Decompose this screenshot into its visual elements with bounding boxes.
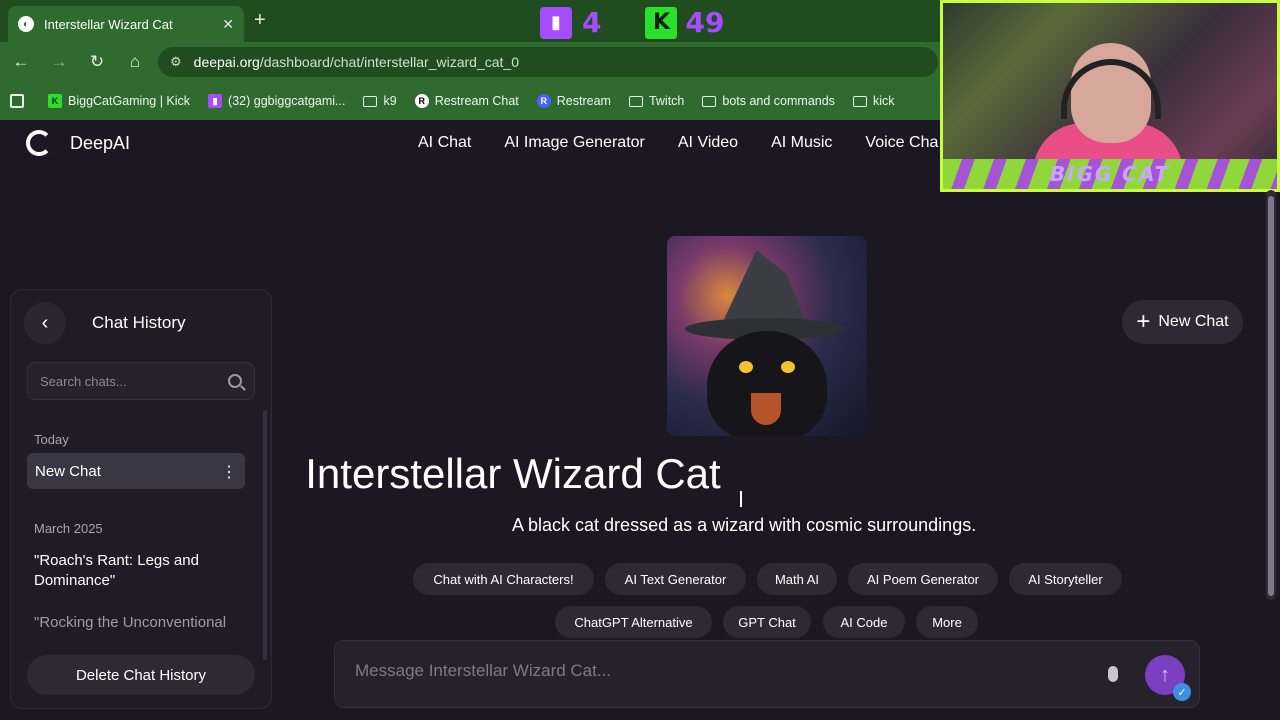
twitch-icon: ▮ xyxy=(208,94,223,108)
url-path: /dashboard/chat/interstellar_wizard_cat_… xyxy=(259,54,519,70)
nav-ai-image-generator[interactable]: AI Image Generator xyxy=(504,134,645,152)
section-label-march-2025: March 2025 xyxy=(34,521,103,536)
search-icon[interactable] xyxy=(228,374,242,388)
tab-title: Interstellar Wizard Cat xyxy=(44,16,173,32)
bookmark-label: kick xyxy=(872,94,895,108)
restream-icon: R xyxy=(414,94,429,108)
scrollbar-thumb[interactable] xyxy=(1268,196,1274,596)
folder-icon xyxy=(628,95,643,107)
folder-icon xyxy=(363,95,378,107)
apps-button[interactable] xyxy=(10,94,30,108)
kick-icon: K xyxy=(645,6,678,39)
chip-chatgpt-alternative[interactable]: ChatGPT Alternative xyxy=(555,606,712,638)
chat-item-rocking-the-unconventional[interactable]: "Rocking the Unconventional xyxy=(34,613,234,633)
chip-math-ai[interactable]: Math AI xyxy=(757,563,837,595)
chip-ai-text-generator[interactable]: AI Text Generator xyxy=(605,563,746,595)
bookmark-k9[interactable]: k9 xyxy=(363,94,397,108)
message-composer: ↑ ✓ xyxy=(334,640,1200,708)
apps-grid-icon xyxy=(10,94,24,108)
close-tab-icon[interactable]: ✕ xyxy=(222,16,234,33)
collapse-sidebar-button[interactable]: ‹ xyxy=(24,302,66,344)
bookmark-label: Restream Chat xyxy=(434,94,519,108)
search-chats-field[interactable] xyxy=(27,362,255,400)
bookmark-label: (32) ggbiggcatgami... xyxy=(228,94,346,108)
forward-arrow-icon[interactable]: → xyxy=(42,45,76,79)
new-chat-label: New Chat xyxy=(1158,313,1229,330)
bookmark-restream[interactable]: R Restream xyxy=(536,94,611,108)
bookmark-kick[interactable]: K BiggCatGaming | Kick xyxy=(48,94,190,108)
bookmark-kick-folder[interactable]: kick xyxy=(852,94,895,108)
new-chat-button[interactable]: + New Chat xyxy=(1122,300,1243,344)
back-arrow-icon[interactable]: ← xyxy=(4,45,38,79)
nav-ai-video[interactable]: AI Video xyxy=(678,134,738,152)
kick-viewer-count: 49 xyxy=(685,6,725,39)
message-input[interactable] xyxy=(355,661,1075,681)
chevron-left-icon: ‹ xyxy=(41,311,49,334)
character-title: Interstellar Wizard Cat xyxy=(305,450,721,497)
brand-name: DeepAI xyxy=(70,132,131,153)
page-scrollbar[interactable] xyxy=(1266,190,1276,600)
bookmark-label: BiggCatGaming | Kick xyxy=(68,94,191,108)
bookmark-label: bots and commands xyxy=(722,94,835,108)
chip-ai-poem-generator[interactable]: AI Poem Generator xyxy=(848,563,998,595)
pipe-shape xyxy=(751,393,781,425)
browser-tab[interactable]: ◐ Interstellar Wizard Cat ✕ xyxy=(8,6,244,42)
bookmark-label: Twitch xyxy=(648,94,685,108)
microphone-icon[interactable] xyxy=(1105,661,1121,687)
arrow-up-icon: ↑ xyxy=(1160,663,1170,686)
nav-voice-chat[interactable]: Voice Cha xyxy=(865,134,938,152)
nav-ai-chat[interactable]: AI Chat xyxy=(418,134,471,152)
chip-ai-storyteller[interactable]: AI Storyteller xyxy=(1009,563,1122,595)
home-icon[interactable]: ⌂ xyxy=(118,45,152,79)
plus-icon: + xyxy=(1136,308,1151,335)
url-field[interactable]: ⚙ deepai.org/dashboard/chat/interstellar… xyxy=(158,47,938,77)
character-avatar xyxy=(667,236,867,436)
bookmark-restream-chat[interactable]: R Restream Chat xyxy=(414,94,519,108)
nav-ai-music[interactable]: AI Music xyxy=(771,134,832,152)
kick-icon: K xyxy=(48,94,62,108)
deepai-favicon-icon: ◐ xyxy=(18,16,34,32)
bookmark-twitch-folder[interactable]: Twitch xyxy=(628,94,685,108)
site-info-icon[interactable]: ⚙ xyxy=(170,54,182,70)
webcam-overlay: BIGG CAT xyxy=(940,0,1280,192)
text-cursor-icon xyxy=(740,491,742,507)
bookmark-label: Restream xyxy=(556,94,611,108)
mic-body xyxy=(1108,666,1118,682)
folder-icon xyxy=(702,95,717,107)
cat-eye-left xyxy=(739,361,753,373)
character-description: A black cat dressed as a wizard with cos… xyxy=(512,515,977,535)
chip-ai-code[interactable]: AI Code xyxy=(823,606,905,638)
chip-more[interactable]: More xyxy=(916,606,978,638)
search-chats-input[interactable] xyxy=(40,373,228,389)
bookmark-twitch[interactable]: ▮ (32) ggbiggcatgami... xyxy=(208,94,345,108)
folder-icon xyxy=(852,95,867,107)
chip-gpt-chat[interactable]: GPT Chat xyxy=(723,606,811,638)
character-title-wrap: Interstellar Wizard Cat xyxy=(0,450,1280,498)
url-host: deepai.org xyxy=(193,54,260,70)
new-tab-icon[interactable]: + xyxy=(254,9,266,32)
top-nav: AI Chat AI Image Generator AI Video AI M… xyxy=(418,134,971,152)
check-badge-icon: ✓ xyxy=(1173,683,1191,701)
black-cat-shape xyxy=(707,331,827,436)
section-label-today: Today xyxy=(34,432,69,447)
deepai-logo[interactable]: DeepAI xyxy=(26,130,130,156)
restream-icon: R xyxy=(536,94,551,108)
deepai-logo-icon xyxy=(26,130,52,156)
viewer-counters: ▮ 4 K 49 xyxy=(540,6,724,39)
bookmark-label: k9 xyxy=(383,94,397,108)
bookmark-bots-folder[interactable]: bots and commands xyxy=(702,94,835,108)
cat-eye-right xyxy=(781,361,795,373)
sidebar-title: Chat History xyxy=(92,313,186,332)
twitch-viewer-count: 4 xyxy=(582,6,602,39)
chat-item-roachs-rant[interactable]: "Roach's Rant: Legs and Dominance" xyxy=(34,551,234,591)
chip-chat-with-ai-characters[interactable]: Chat with AI Characters! xyxy=(413,563,594,595)
twitch-icon: ▮ xyxy=(540,6,572,39)
sidebar-scrollbar[interactable] xyxy=(263,410,267,660)
webcam-banner: BIGG CAT xyxy=(943,159,1277,189)
chat-history-sidebar: ‹ Chat History Today New Chat ⋮ March 20… xyxy=(10,289,272,709)
delete-chat-history-button[interactable]: Delete Chat History xyxy=(27,655,255,695)
reload-icon[interactable]: ↻ xyxy=(80,45,114,79)
